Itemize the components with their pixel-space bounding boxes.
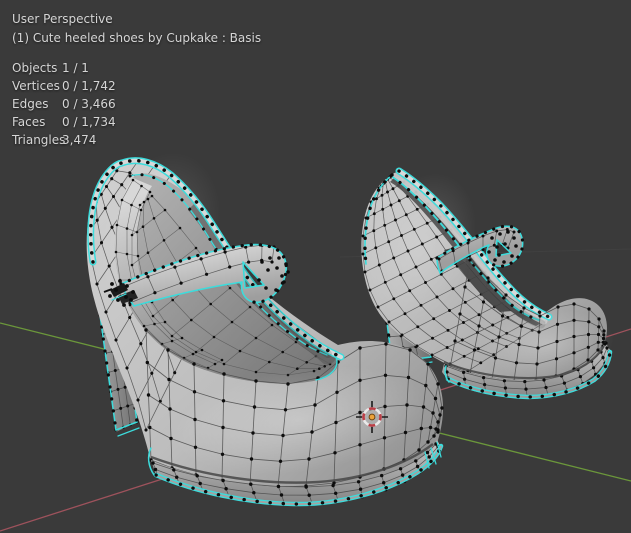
3d-cursor-center-dot (369, 414, 375, 420)
viewport-scene[interactable] (0, 0, 631, 533)
blender-3d-viewport[interactable]: User Perspective (1) Cute heeled shoes b… (0, 0, 631, 533)
